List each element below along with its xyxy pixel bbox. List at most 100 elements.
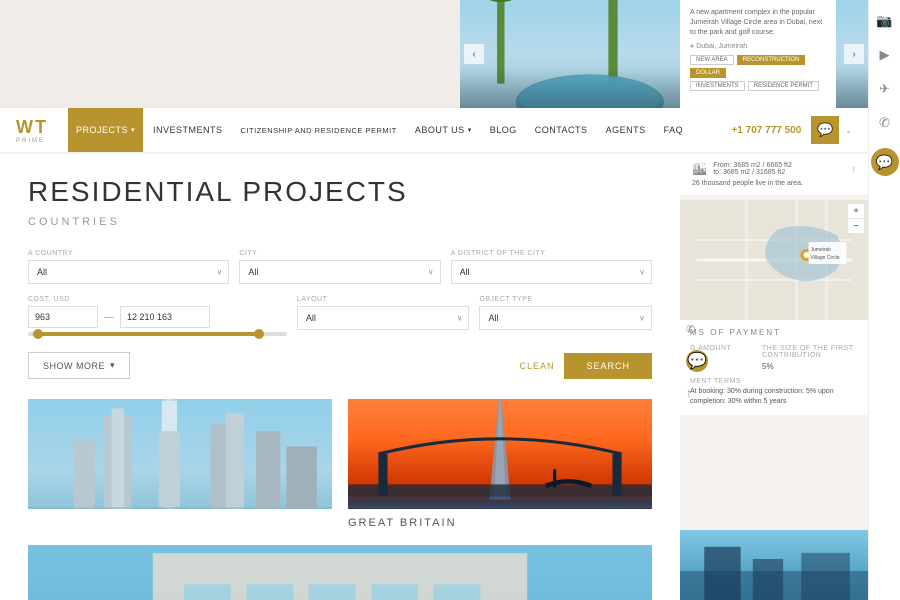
district-select-wrapper: All: [451, 260, 652, 284]
show-more-chevron: ▾: [110, 360, 115, 371]
nav-item-citizenship[interactable]: CITIZENSHIP AND RESIDENCE PERMIT: [233, 108, 405, 152]
telegram-icon[interactable]: ✈: [876, 80, 894, 98]
right-panel: 🏙 From: 3685 m2 / 6665 ft2 to: 3685 m2 /…: [680, 152, 868, 600]
svg-text:Village Circle: Village Circle: [811, 255, 840, 261]
map-area[interactable]: Jumeirah Village Circle + −: [680, 200, 868, 320]
badge-residence: RESIDENCE PERMIT: [748, 81, 819, 91]
city-label: CITY: [239, 250, 440, 257]
payment-details: G AMOUNT THE SIZE OF THE FIRST CONTRIBUT…: [690, 345, 858, 372]
prev-image-button[interactable]: ‹: [464, 44, 484, 64]
nav-item-investments[interactable]: INVESTMENTS: [145, 108, 231, 152]
stats-price-from: From: 3685 m2 / 6665 ft2: [713, 162, 792, 169]
price-range-slider[interactable]: [28, 332, 287, 336]
top-property-section: ‹ › A new apartment complex in the popul…: [0, 0, 868, 108]
nav-item-contacts[interactable]: CONTACTS: [527, 108, 596, 152]
layout-select[interactable]: All: [297, 306, 470, 330]
scroll-up-icon[interactable]: ↑: [852, 164, 857, 174]
price-inputs: —: [28, 306, 287, 328]
right-sidebar: 📷 ▶ ✈ ✆ 💬: [868, 0, 900, 600]
terms-label: MENT TERMS: [690, 378, 858, 385]
stats-numbers: From: 3685 m2 / 6665 ft2 to: 3685 m2 / 3…: [713, 162, 792, 176]
object-type-filter: OBJECT TYPE All: [479, 296, 652, 336]
clean-button[interactable]: CLEAN: [519, 361, 554, 371]
phone-number[interactable]: +1 707 777 500: [732, 125, 802, 136]
district-select[interactable]: All: [451, 260, 652, 284]
filters-row-1: A COUNTRY All CITY All A DISTRICT OF THE…: [28, 250, 652, 284]
price-separator: —: [104, 312, 114, 323]
nav-item-projects[interactable]: PROJECTS ▾: [68, 108, 143, 152]
site-logo[interactable]: WT PRIME: [16, 117, 48, 144]
play-icon[interactable]: ▶: [876, 46, 894, 64]
map-zoom-controls: + −: [848, 204, 864, 233]
project-card-creat[interactable]: [28, 545, 652, 600]
stats-population: 26 thousand people live in the area.: [692, 180, 856, 187]
contribution-label: THE SIZE OF THE FIRST CONTRIBUTION: [762, 345, 858, 359]
payment-title: MS OF PAYMENT: [690, 328, 858, 337]
bottom-property-image: [680, 530, 868, 600]
project-card-britain[interactable]: GREAT BRITAIN: [348, 399, 652, 533]
phone-icon[interactable]: ✆: [876, 114, 894, 132]
cost-filter: COST, USD —: [28, 296, 287, 336]
britain-image: [348, 399, 652, 509]
chat-side-icon[interactable]: 💬: [686, 350, 708, 372]
object-select-wrapper: All: [479, 306, 652, 330]
stats-section: 🏙 From: 3685 m2 / 6665 ft2 to: 3685 m2 /…: [680, 152, 868, 196]
city-select-wrapper: All: [239, 260, 440, 284]
range-thumb-right[interactable]: [254, 329, 264, 339]
whatsapp-icon[interactable]: ✆: [686, 323, 708, 336]
property-location: ● Dubai, Jumeirah: [690, 43, 826, 50]
building-stats-icon: 🏙: [692, 162, 707, 176]
badge-reconstruction: RECONSTRUCTION: [737, 55, 806, 65]
price-max-input[interactable]: [120, 306, 210, 328]
nav-item-about[interactable]: ABOUT US ▾: [407, 108, 480, 152]
stats-price-to: to: 3685 m2 / 31685 ft2: [713, 169, 792, 176]
project-card-dubai[interactable]: [28, 399, 332, 533]
payment-terms-col: MENT TERMS At booking: 30% during constr…: [690, 378, 858, 407]
nav-item-faq[interactable]: FAQ: [656, 108, 692, 152]
nav-item-blog[interactable]: BLOG: [482, 108, 525, 152]
section-subtitle: COUNTRIES: [28, 216, 652, 228]
property-info-panel: A new apartment complex in the popular J…: [680, 0, 836, 108]
contribution-value: 5%: [762, 361, 858, 372]
cost-label: COST, USD: [28, 296, 287, 303]
nav-dropdown-arrow[interactable]: ⌄: [845, 126, 852, 135]
badge-dollar: DOLLAR: [690, 68, 726, 78]
about-dropdown-icon: ▾: [468, 126, 472, 134]
nav-items: PROJECTS ▾ INVESTMENTS CITIZENSHIP AND R…: [68, 108, 732, 152]
district-filter: A DISTRICT OF THE CITY All: [451, 250, 652, 284]
projects-grid: GREAT BRITAIN: [28, 399, 652, 533]
city-select[interactable]: All: [239, 260, 440, 284]
main-content: RESIDENTIAL PROJECTS COUNTRIES A COUNTRY…: [0, 152, 680, 600]
terms-value: At booking: 30% during construction: 5% …: [690, 387, 858, 407]
navbar: WT PRIME PROJECTS ▾ INVESTMENTS CITIZENS…: [0, 108, 868, 152]
nav-item-agents[interactable]: AGENTS: [598, 108, 654, 152]
search-button[interactable]: SEARCH: [564, 353, 652, 379]
logo-subtext: PRIME: [16, 138, 48, 144]
projects-dropdown-icon: ▾: [131, 126, 135, 134]
next-image-button[interactable]: ›: [844, 44, 864, 64]
show-more-button[interactable]: SHOW MORE ▾: [28, 352, 130, 379]
object-select[interactable]: All: [479, 306, 652, 330]
svg-text:Jumeirah: Jumeirah: [811, 247, 832, 253]
price-min-input[interactable]: [28, 306, 98, 328]
search-actions: CLEAN SEARCH: [519, 353, 652, 379]
dubai-image: [28, 399, 332, 509]
range-thumb-left[interactable]: [33, 329, 43, 339]
logo-text: WT: [16, 117, 48, 137]
status-badges-row2: INVESTMENTS RESIDENCE PERMIT: [690, 81, 826, 91]
country-select[interactable]: All: [28, 260, 229, 284]
zoom-in-button[interactable]: +: [848, 204, 864, 218]
filter-actions: SHOW MORE ▾ CLEAN SEARCH: [28, 352, 652, 379]
range-track: [36, 332, 261, 336]
page-title: RESIDENTIAL PROJECTS: [28, 176, 652, 208]
layout-label: LAYOUT: [297, 296, 470, 303]
district-label: A DISTRICT OF THE CITY: [451, 250, 652, 257]
chat-icon[interactable]: 💬: [871, 148, 899, 176]
badge-investments: INVESTMENTS: [690, 81, 745, 91]
object-label: OBJECT TYPE: [479, 296, 652, 303]
layout-select-wrapper: All: [297, 306, 470, 330]
chat-nav-button[interactable]: 💬: [811, 116, 839, 144]
zoom-out-button[interactable]: −: [848, 219, 864, 233]
up-arrow-icon[interactable]: ↑: [686, 386, 708, 400]
camera-icon[interactable]: 📷: [876, 12, 894, 30]
